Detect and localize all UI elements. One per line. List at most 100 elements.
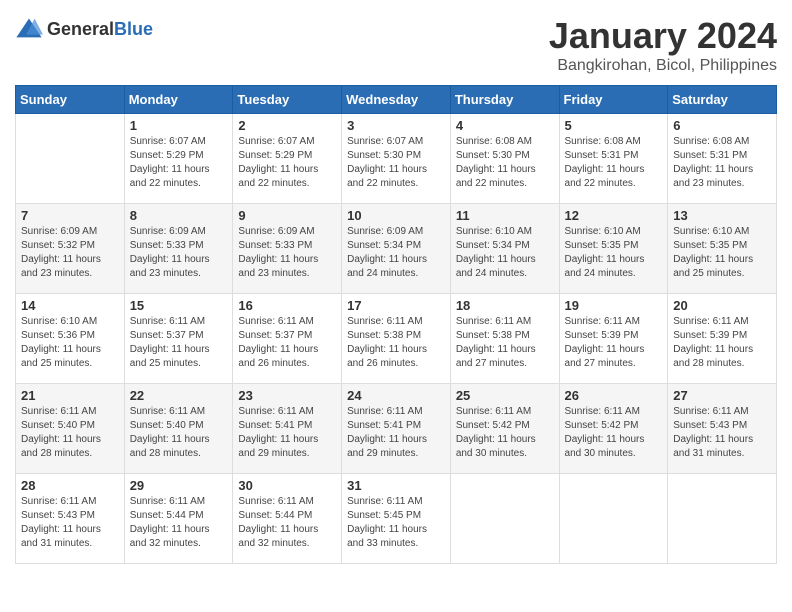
logo-text-general: General — [47, 19, 114, 39]
day-detail: Sunrise: 6:07 AM Sunset: 5:30 PM Dayligh… — [347, 135, 445, 191]
day-detail: Sunrise: 6:11 AM Sunset: 5:40 PM Dayligh… — [21, 405, 119, 461]
weekday-header-row: SundayMondayTuesdayWednesdayThursdayFrid… — [16, 86, 777, 114]
day-detail: Sunrise: 6:08 AM Sunset: 5:31 PM Dayligh… — [565, 135, 663, 191]
day-detail: Sunrise: 6:11 AM Sunset: 5:42 PM Dayligh… — [456, 405, 554, 461]
day-detail: Sunrise: 6:11 AM Sunset: 5:44 PM Dayligh… — [130, 495, 228, 551]
day-number: 30 — [238, 478, 336, 493]
day-detail: Sunrise: 6:11 AM Sunset: 5:39 PM Dayligh… — [673, 315, 771, 371]
day-number: 28 — [21, 478, 119, 493]
calendar-cell: 7Sunrise: 6:09 AM Sunset: 5:32 PM Daylig… — [16, 204, 125, 294]
day-detail: Sunrise: 6:11 AM Sunset: 5:37 PM Dayligh… — [238, 315, 336, 371]
day-number: 11 — [456, 208, 554, 223]
day-detail: Sunrise: 6:09 AM Sunset: 5:32 PM Dayligh… — [21, 225, 119, 281]
day-number: 24 — [347, 388, 445, 403]
day-number: 3 — [347, 118, 445, 133]
day-detail: Sunrise: 6:07 AM Sunset: 5:29 PM Dayligh… — [130, 135, 228, 191]
day-number: 13 — [673, 208, 771, 223]
day-number: 10 — [347, 208, 445, 223]
calendar-cell: 8 Sunrise: 6:09 AM Sunset: 5:33 PM Daylig… — [124, 204, 233, 294]
calendar-cell: 1 Sunrise: 6:07 AM Sunset: 5:29 PM Daylig… — [124, 114, 233, 204]
day-number: 17 — [347, 298, 445, 313]
calendar-cell: 28 Sunrise: 6:11 AM Sunset: 5:43 PM Dayli… — [16, 474, 125, 564]
weekday-header-thursday: Thursday — [450, 86, 559, 114]
calendar-title: January 2024 — [549, 15, 777, 57]
header: GeneralBlue January 2024 Bangkirohan, Bi… — [15, 15, 777, 75]
calendar-cell: 20Sunrise: 6:11 AM Sunset: 5:39 PM Dayli… — [668, 294, 777, 384]
day-number: 19 — [565, 298, 663, 313]
calendar-cell: 31 Sunrise: 6:11 AM Sunset: 5:45 PM Dayli… — [342, 474, 451, 564]
calendar-cell: 11 Sunrise: 6:10 AM Sunset: 5:34 PM Dayli… — [450, 204, 559, 294]
day-detail: Sunrise: 6:11 AM Sunset: 5:38 PM Dayligh… — [456, 315, 554, 371]
day-detail: Sunrise: 6:11 AM Sunset: 5:44 PM Dayligh… — [238, 495, 336, 551]
day-number: 16 — [238, 298, 336, 313]
day-detail: Sunrise: 6:11 AM Sunset: 5:39 PM Dayligh… — [565, 315, 663, 371]
day-detail: Sunrise: 6:08 AM Sunset: 5:30 PM Dayligh… — [456, 135, 554, 191]
day-number: 8 — [130, 208, 228, 223]
logo: GeneralBlue — [15, 15, 153, 43]
calendar-cell: 12 Sunrise: 6:10 AM Sunset: 5:35 PM Dayli… — [559, 204, 668, 294]
calendar-cell: 19 Sunrise: 6:11 AM Sunset: 5:39 PM Dayli… — [559, 294, 668, 384]
day-detail: Sunrise: 6:11 AM Sunset: 5:45 PM Dayligh… — [347, 495, 445, 551]
calendar-cell: 13Sunrise: 6:10 AM Sunset: 5:35 PM Dayli… — [668, 204, 777, 294]
day-number: 14 — [21, 298, 119, 313]
calendar-cell: 23Sunrise: 6:11 AM Sunset: 5:41 PM Dayli… — [233, 384, 342, 474]
day-number: 21 — [21, 388, 119, 403]
day-number: 18 — [456, 298, 554, 313]
day-detail: Sunrise: 6:11 AM Sunset: 5:43 PM Dayligh… — [673, 405, 771, 461]
day-detail: Sunrise: 6:08 AM Sunset: 5:31 PM Dayligh… — [673, 135, 771, 191]
calendar-cell — [559, 474, 668, 564]
day-number: 5 — [565, 118, 663, 133]
weekday-header-friday: Friday — [559, 86, 668, 114]
day-detail: Sunrise: 6:11 AM Sunset: 5:42 PM Dayligh… — [565, 405, 663, 461]
calendar-cell: 30 Sunrise: 6:11 AM Sunset: 5:44 PM Dayli… — [233, 474, 342, 564]
weekday-header-sunday: Sunday — [16, 86, 125, 114]
calendar-cell: 24Sunrise: 6:11 AM Sunset: 5:41 PM Dayli… — [342, 384, 451, 474]
day-number: 12 — [565, 208, 663, 223]
day-detail: Sunrise: 6:09 AM Sunset: 5:34 PM Dayligh… — [347, 225, 445, 281]
calendar-cell: 9Sunrise: 6:09 AM Sunset: 5:33 PM Daylig… — [233, 204, 342, 294]
calendar-cell: 16 Sunrise: 6:11 AM Sunset: 5:37 PM Dayli… — [233, 294, 342, 384]
day-number: 29 — [130, 478, 228, 493]
calendar-cell: 26 Sunrise: 6:11 AM Sunset: 5:42 PM Dayli… — [559, 384, 668, 474]
calendar-week-row: 28 Sunrise: 6:11 AM Sunset: 5:43 PM Dayli… — [16, 474, 777, 564]
weekday-header-monday: Monday — [124, 86, 233, 114]
calendar-cell — [668, 474, 777, 564]
calendar-cell: 3 Sunrise: 6:07 AM Sunset: 5:30 PM Daylig… — [342, 114, 451, 204]
calendar-table: SundayMondayTuesdayWednesdayThursdayFrid… — [15, 85, 777, 564]
title-area: January 2024 Bangkirohan, Bicol, Philipp… — [549, 15, 777, 75]
calendar-week-row: 21 Sunrise: 6:11 AM Sunset: 5:40 PM Dayli… — [16, 384, 777, 474]
calendar-week-row: 7Sunrise: 6:09 AM Sunset: 5:32 PM Daylig… — [16, 204, 777, 294]
calendar-cell: 14Sunrise: 6:10 AM Sunset: 5:36 PM Dayli… — [16, 294, 125, 384]
day-detail: Sunrise: 6:07 AM Sunset: 5:29 PM Dayligh… — [238, 135, 336, 191]
calendar-week-row: 14Sunrise: 6:10 AM Sunset: 5:36 PM Dayli… — [16, 294, 777, 384]
calendar-week-row: 1 Sunrise: 6:07 AM Sunset: 5:29 PM Daylig… — [16, 114, 777, 204]
day-number: 25 — [456, 388, 554, 403]
day-detail: Sunrise: 6:11 AM Sunset: 5:38 PM Dayligh… — [347, 315, 445, 371]
logo-text-blue: Blue — [114, 19, 153, 39]
day-detail: Sunrise: 6:11 AM Sunset: 5:37 PM Dayligh… — [130, 315, 228, 371]
day-number: 27 — [673, 388, 771, 403]
calendar-cell — [450, 474, 559, 564]
calendar-cell: 2Sunrise: 6:07 AM Sunset: 5:29 PM Daylig… — [233, 114, 342, 204]
day-detail: Sunrise: 6:11 AM Sunset: 5:41 PM Dayligh… — [238, 405, 336, 461]
day-number: 31 — [347, 478, 445, 493]
calendar-cell: 15 Sunrise: 6:11 AM Sunset: 5:37 PM Dayli… — [124, 294, 233, 384]
day-detail: Sunrise: 6:10 AM Sunset: 5:35 PM Dayligh… — [565, 225, 663, 281]
day-number: 26 — [565, 388, 663, 403]
calendar-cell: 29 Sunrise: 6:11 AM Sunset: 5:44 PM Dayli… — [124, 474, 233, 564]
day-number: 1 — [130, 118, 228, 133]
calendar-cell: 18 Sunrise: 6:11 AM Sunset: 5:38 PM Dayli… — [450, 294, 559, 384]
weekday-header-saturday: Saturday — [668, 86, 777, 114]
calendar-cell — [16, 114, 125, 204]
weekday-header-wednesday: Wednesday — [342, 86, 451, 114]
day-number: 4 — [456, 118, 554, 133]
calendar-cell: 21 Sunrise: 6:11 AM Sunset: 5:40 PM Dayli… — [16, 384, 125, 474]
day-number: 15 — [130, 298, 228, 313]
day-number: 9 — [238, 208, 336, 223]
calendar-cell: 25 Sunrise: 6:11 AM Sunset: 5:42 PM Dayli… — [450, 384, 559, 474]
calendar-cell: 10 Sunrise: 6:09 AM Sunset: 5:34 PM Dayli… — [342, 204, 451, 294]
day-detail: Sunrise: 6:11 AM Sunset: 5:43 PM Dayligh… — [21, 495, 119, 551]
day-detail: Sunrise: 6:09 AM Sunset: 5:33 PM Dayligh… — [130, 225, 228, 281]
logo-icon — [15, 15, 43, 43]
day-detail: Sunrise: 6:10 AM Sunset: 5:34 PM Dayligh… — [456, 225, 554, 281]
